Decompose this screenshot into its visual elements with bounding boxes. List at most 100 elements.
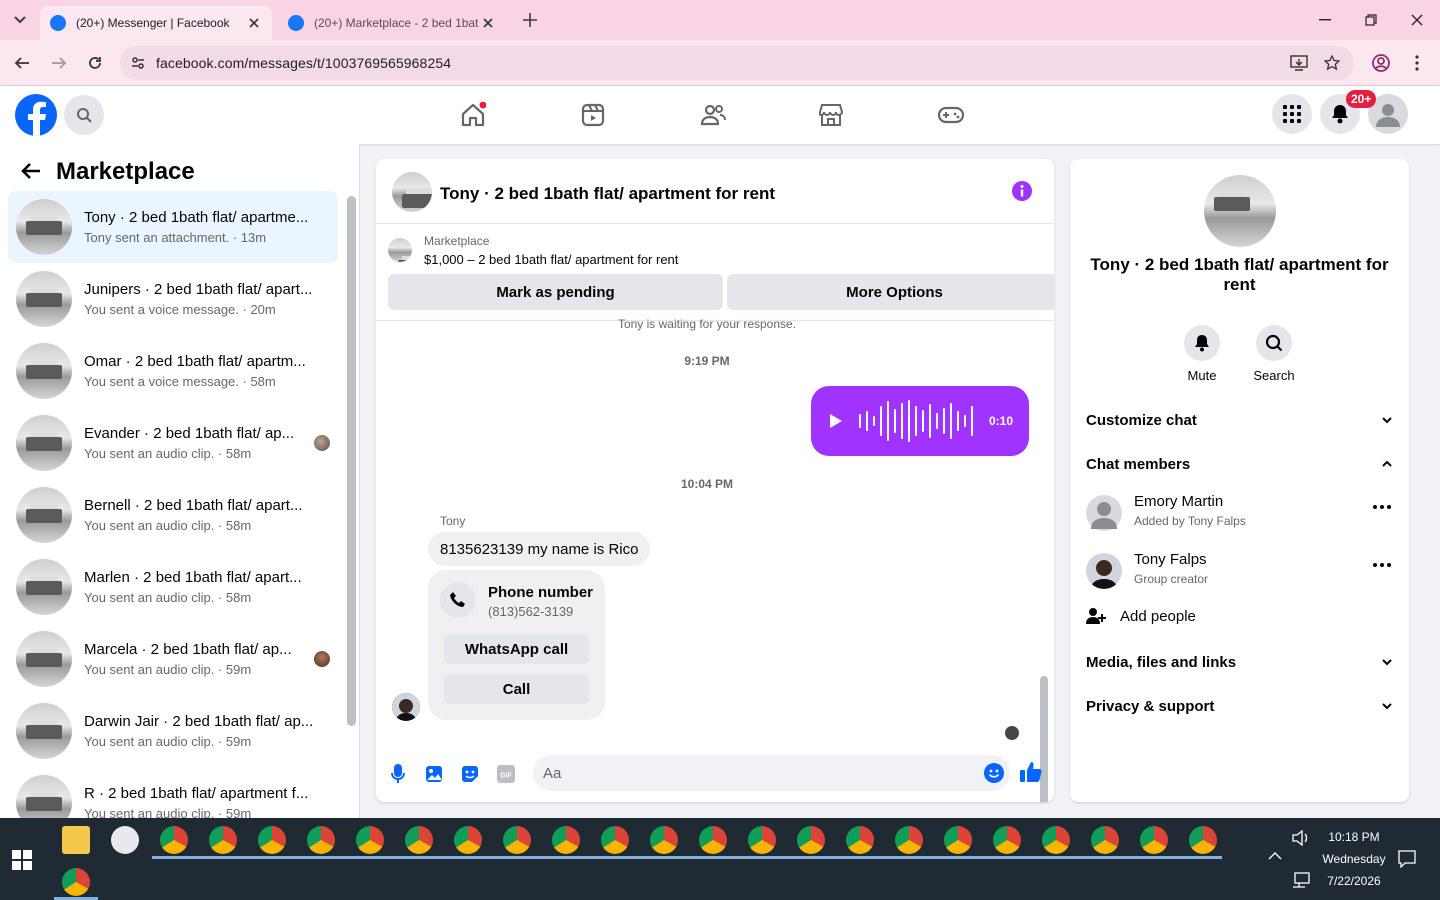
conversation-item[interactable]: Darwin Jair · 2 bed 1bath flat/ ap... You… [8, 695, 338, 767]
chrome-taskbar-icon[interactable] [748, 826, 776, 854]
chrome-taskbar-icon[interactable] [993, 826, 1021, 854]
chrome-taskbar-icon[interactable] [258, 826, 286, 854]
conversation-item[interactable]: Omar · 2 bed 1bath flat/ apartm... You se… [8, 335, 338, 407]
network-icon[interactable] [1292, 872, 1310, 888]
member-row[interactable]: Tony Falps Group creator [1086, 549, 1393, 593]
conversation-item[interactable]: Marlen · 2 bed 1bath flat/ apart... You s… [8, 551, 338, 623]
conversation-item[interactable]: Marcela · 2 bed 1bath flat/ ap... You sen… [8, 623, 338, 695]
chrome-taskbar-icon[interactable] [1140, 826, 1168, 854]
mute-button[interactable]: Mute [1172, 325, 1232, 383]
gaming-icon[interactable] [936, 100, 966, 130]
close-icon[interactable] [480, 15, 496, 31]
chrome-taskbar-icon[interactable] [895, 826, 923, 854]
windows-start-icon[interactable] [12, 850, 32, 870]
minimize-icon[interactable] [1310, 8, 1340, 32]
message-bubble[interactable]: 8135623139 my name is Rico [428, 532, 651, 566]
conversation-item[interactable]: Bernell · 2 bed 1bath flat/ apart... You … [8, 479, 338, 551]
sidebar-scrollbar[interactable] [347, 196, 356, 726]
page-scrollbar[interactable] [1429, 146, 1440, 818]
listing-thumbnail[interactable] [388, 238, 412, 262]
emoji-icon[interactable] [984, 763, 1004, 783]
home-icon[interactable] [458, 100, 488, 130]
microphone-icon[interactable] [387, 763, 409, 785]
window-close-icon[interactable] [1402, 8, 1432, 32]
marketplace-icon[interactable] [816, 100, 846, 130]
clock-time[interactable]: 10:18 PM [1318, 830, 1390, 844]
chat-title[interactable]: Tony · 2 bed 1bath flat/ apartment for r… [440, 184, 775, 204]
mark-as-pending-button[interactable]: Mark as pending [388, 274, 723, 310]
conversation-item[interactable]: Tony · 2 bed 1bath flat/ apartme... Tony … [8, 191, 338, 263]
photo-icon[interactable] [423, 763, 445, 785]
chat-members-section[interactable]: Chat members [1086, 452, 1393, 476]
chat-avatar-large[interactable] [1204, 175, 1276, 247]
message-input[interactable]: Aa [533, 755, 1010, 791]
chrome-taskbar-icon[interactable] [405, 826, 433, 854]
gif-icon[interactable]: GIF [495, 763, 517, 785]
voice-message[interactable]: 0:10 [811, 386, 1029, 456]
thumbs-up-icon[interactable] [1020, 761, 1042, 783]
url-text[interactable]: facebook.com/messages/t/1003769565968254 [156, 55, 451, 71]
conversation-item[interactable]: Evander · 2 bed 1bath flat/ ap... You sen… [8, 407, 338, 479]
new-tab-plus-icon[interactable] [520, 10, 540, 30]
chat-avatar[interactable] [392, 172, 432, 212]
browser-tab-marketplace[interactable]: (20+) Marketplace - 2 bed 1bat [278, 6, 506, 40]
file-explorer-icon[interactable] [62, 826, 90, 854]
chrome-taskbar-icon[interactable] [209, 826, 237, 854]
video-icon[interactable] [578, 100, 608, 130]
forward-icon[interactable] [47, 51, 71, 75]
chrome-taskbar-icon[interactable] [1042, 826, 1070, 854]
conversation-item[interactable]: Junipers · 2 bed 1bath flat/ apart... You… [8, 263, 338, 335]
more-options-button[interactable]: More Options [727, 274, 1054, 310]
back-icon[interactable] [10, 51, 34, 75]
privacy-support-section[interactable]: Privacy & support [1086, 694, 1393, 718]
chrome-taskbar-icon[interactable] [454, 826, 482, 854]
sticker-icon[interactable] [459, 763, 481, 785]
whatsapp-call-button[interactable]: WhatsApp call [444, 634, 589, 664]
chrome-taskbar-icon[interactable] [62, 868, 90, 896]
conversation-item[interactable]: R · 2 bed 1bath flat/ apartment f... You … [8, 767, 338, 818]
chrome-taskbar-icon[interactable] [699, 826, 727, 854]
site-settings-icon[interactable] [130, 55, 146, 71]
add-people-button[interactable]: Add people [1086, 607, 1196, 625]
media-files-links-section[interactable]: Media, files and links [1086, 650, 1393, 674]
chrome-taskbar-icon[interactable] [503, 826, 531, 854]
snipping-tool-icon[interactable] [111, 826, 139, 854]
facebook-logo-icon[interactable] [15, 94, 57, 136]
chrome-taskbar-icon[interactable] [1189, 826, 1217, 854]
volume-icon[interactable] [1292, 830, 1310, 846]
clock-day[interactable]: Wednesday [1312, 852, 1396, 866]
notification-center-icon[interactable] [1398, 850, 1416, 868]
back-arrow-icon[interactable] [20, 160, 44, 184]
play-icon[interactable] [829, 413, 845, 429]
chrome-taskbar-icon[interactable] [944, 826, 972, 854]
info-icon[interactable] [1012, 181, 1032, 201]
omnibox[interactable]: facebook.com/messages/t/1003769565968254 [120, 46, 1354, 80]
chrome-taskbar-icon[interactable] [356, 826, 384, 854]
chrome-taskbar-icon[interactable] [650, 826, 678, 854]
install-app-icon[interactable] [1290, 55, 1308, 71]
call-button[interactable]: Call [444, 674, 589, 704]
sender-avatar[interactable] [392, 693, 420, 721]
chrome-taskbar-icon[interactable] [160, 826, 188, 854]
chrome-taskbar-icon[interactable] [601, 826, 629, 854]
customize-chat-section[interactable]: Customize chat [1086, 408, 1393, 432]
close-icon[interactable] [246, 15, 262, 31]
more-options-icon[interactable] [1373, 505, 1393, 519]
tab-search-chevron-icon[interactable] [8, 8, 32, 32]
chrome-taskbar-icon[interactable] [846, 826, 874, 854]
profile-icon[interactable] [1369, 51, 1393, 75]
bookmark-star-icon[interactable] [1324, 55, 1340, 71]
chrome-taskbar-icon[interactable] [797, 826, 825, 854]
more-options-icon[interactable] [1373, 563, 1393, 577]
restore-icon[interactable] [1356, 8, 1386, 32]
search-in-chat-button[interactable]: Search [1244, 325, 1304, 383]
menu-grid-icon[interactable] [1272, 94, 1312, 134]
chrome-taskbar-icon[interactable] [307, 826, 335, 854]
reload-icon[interactable] [83, 51, 107, 75]
chrome-taskbar-icon[interactable] [552, 826, 580, 854]
member-row[interactable]: Emory Martin Added by Tony Falps [1086, 491, 1393, 535]
tray-chevron-up-icon[interactable] [1268, 852, 1282, 860]
chrome-taskbar-icon[interactable] [1091, 826, 1119, 854]
search-icon[interactable] [64, 95, 104, 135]
listing-price-title[interactable]: $1,000 – 2 bed 1bath flat/ apartment for… [424, 252, 678, 267]
